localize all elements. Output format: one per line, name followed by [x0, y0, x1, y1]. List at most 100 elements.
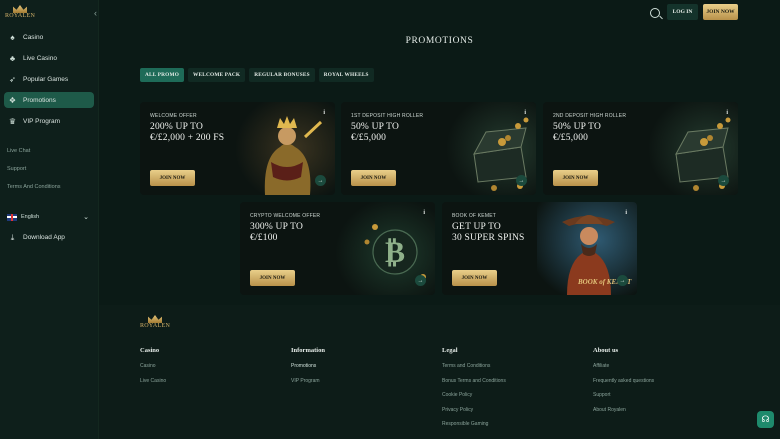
sidebar-item-popular-games[interactable]: ➶ Popular Games	[4, 71, 94, 87]
footer-link[interactable]: Responsible Gaming	[442, 421, 506, 436]
footer-link[interactable]: Terms and Conditions	[442, 363, 506, 378]
info-icon[interactable]: i	[625, 210, 627, 216]
promo-line-2: €/£5,000	[553, 133, 589, 143]
support-link[interactable]: Support	[7, 166, 26, 172]
sidebar-item-promotions[interactable]: ❖ Promotions	[4, 92, 94, 108]
sidebar-item-vip-program[interactable]: ♛ VIP Program	[4, 113, 94, 129]
promo-headline: GET UP TO 30 SUPER SPINS	[452, 222, 582, 244]
crown-logo-icon	[148, 315, 162, 323]
rocket-icon: ➶	[9, 74, 16, 84]
brand-logo-text: ROYALEN	[5, 13, 36, 19]
footer-column-casino: Casino Casino Live Casino	[140, 347, 166, 392]
arrow-right-icon[interactable]: →	[415, 275, 426, 286]
search-icon[interactable]	[650, 8, 660, 18]
promo-line-2: €/£100	[250, 233, 278, 243]
promo-label: 1ST DEPOSIT HIGH ROLLER	[351, 113, 424, 119]
footer-heading: Information	[291, 347, 325, 354]
promo-line-1: 300% UP TO	[250, 222, 304, 232]
arrow-right-icon[interactable]: →	[516, 175, 527, 186]
login-button[interactable]: LOG IN	[667, 4, 698, 20]
sidebar-item-label: Promotions	[23, 96, 56, 104]
footer-link[interactable]: Support	[593, 392, 654, 407]
footer-link[interactable]: VIP Program	[291, 378, 325, 393]
promo-join-button[interactable]: JOIN NOW	[150, 170, 195, 186]
download-app-button[interactable]: ⤓ Download App	[4, 233, 65, 242]
brand-logo[interactable]: ROYALEN	[5, 5, 35, 21]
sidebar-item-label: Casino	[23, 33, 44, 41]
arrow-right-icon[interactable]: →	[315, 175, 326, 186]
promo-headline: 300% UP TO €/£100	[250, 222, 380, 244]
tab-royal-wheels[interactable]: ROYAL WHEELS	[318, 68, 374, 82]
tab-all-promo[interactable]: ALL PROMO	[140, 68, 185, 82]
footer-link[interactable]: Cookie Policy	[442, 392, 506, 407]
promo-headline: 50% UP TO €/£5,000	[351, 122, 481, 144]
footer-logo[interactable]: ROYALEN	[140, 315, 170, 331]
footer-link[interactable]: Bonus Terms and Conditions	[442, 378, 506, 393]
terms-link[interactable]: Terms And Conditions	[7, 184, 61, 190]
promo-join-button[interactable]: JOIN NOW	[452, 270, 497, 286]
footer-column-legal: Legal Terms and Conditions Bonus Terms a…	[442, 347, 506, 436]
footer-heading: Casino	[140, 347, 160, 354]
crown-icon: ♛	[8, 116, 17, 126]
sidebar-item-label: Live Casino	[23, 54, 57, 62]
footer-heading: Legal	[442, 347, 458, 354]
promo-label: BOOK OF KEMET	[452, 213, 496, 219]
info-icon[interactable]: i	[524, 110, 526, 116]
svg-text:₿: ₿	[385, 236, 405, 269]
promo-line-2: €/£2,000 + 200 FS	[150, 133, 225, 143]
promo-join-button[interactable]: JOIN NOW	[250, 270, 295, 286]
promo-card-welcome: WELCOME OFFER 200% UP TO €/£2,000 + 200 …	[140, 102, 335, 195]
footer-link[interactable]: Promotions	[291, 363, 325, 378]
promo-line-1: 200% UP TO	[150, 122, 204, 132]
download-icon: ⤓	[10, 232, 15, 242]
promo-card-second-deposit: 2ND DEPOSIT HIGH ROLLER 50% UP TO €/£5,0…	[543, 102, 738, 195]
sidebar-item-live-casino[interactable]: ♣ Live Casino	[4, 50, 94, 66]
footer	[99, 305, 780, 439]
promo-label: CRYPTO WELCOME OFFER	[250, 213, 321, 219]
promo-line-2: 30 SUPER SPINS	[452, 233, 525, 243]
promo-tabs: ALL PROMO WELCOME PACK REGULAR BONUSES R…	[140, 68, 374, 82]
tab-welcome-pack[interactable]: WELCOME PACK	[188, 68, 246, 82]
footer-link[interactable]: Live Casino	[140, 378, 166, 393]
promo-line-1: GET UP TO	[452, 222, 501, 232]
promo-join-button[interactable]: JOIN NOW	[351, 170, 396, 186]
info-icon[interactable]: i	[726, 110, 728, 116]
footer-link[interactable]: Frequently asked questions	[593, 378, 654, 393]
headset-support-icon[interactable]: ☊	[757, 411, 774, 428]
footer-link[interactable]: Affiliate	[593, 363, 654, 378]
live-casino-icon: ♣	[9, 53, 16, 63]
casino-icon: ♠	[10, 32, 15, 42]
arrow-right-icon[interactable]: →	[617, 275, 628, 286]
promo-card-crypto: ₿ CRYPTO WELCOME OFFER 300% UP TO €/£100…	[240, 202, 435, 295]
language-selector[interactable]: English ⌄	[7, 212, 89, 222]
sidebar-item-casino[interactable]: ♠ Casino	[4, 29, 94, 45]
collapse-sidebar-icon[interactable]: ‹	[94, 8, 97, 18]
promo-line-1: 50% UP TO	[351, 122, 400, 132]
promo-label: WELCOME OFFER	[150, 113, 197, 119]
promo-headline: 50% UP TO €/£5,000	[553, 122, 683, 144]
info-icon[interactable]: i	[423, 210, 425, 216]
info-icon[interactable]: i	[323, 110, 325, 116]
join-now-button[interactable]: JOIN NOW	[703, 4, 738, 20]
promo-line-2: €/£5,000	[351, 133, 387, 143]
uk-flag-icon	[7, 213, 17, 221]
promo-headline: 200% UP TO €/£2,000 + 200 FS	[150, 122, 280, 144]
gift-icon: ❖	[8, 95, 17, 105]
footer-link[interactable]: Casino	[140, 363, 166, 378]
download-label: Download App	[23, 234, 65, 241]
page-title: PROMOTIONS	[405, 36, 474, 46]
tab-regular-bonuses[interactable]: REGULAR BONUSES	[249, 68, 315, 82]
footer-link[interactable]: About Royalen	[593, 407, 654, 422]
sidebar: ROYALEN ♠ Casino ♣ Live Casino ➶ Popular…	[0, 0, 99, 439]
promo-join-button[interactable]: JOIN NOW	[553, 170, 598, 186]
promo-card-first-deposit: 1ST DEPOSIT HIGH ROLLER 50% UP TO €/£5,0…	[341, 102, 536, 195]
footer-heading: About us	[593, 347, 619, 354]
footer-column-information: Information Promotions VIP Program	[291, 347, 325, 392]
live-chat-link[interactable]: Live Chat	[7, 148, 30, 154]
sidebar-item-label: VIP Program	[23, 117, 61, 125]
language-label: English	[21, 214, 40, 220]
crown-logo-icon	[13, 5, 27, 13]
promo-label: 2ND DEPOSIT HIGH ROLLER	[553, 113, 627, 119]
arrow-right-icon[interactable]: →	[718, 175, 729, 186]
footer-link[interactable]: Privacy Policy	[442, 407, 506, 422]
